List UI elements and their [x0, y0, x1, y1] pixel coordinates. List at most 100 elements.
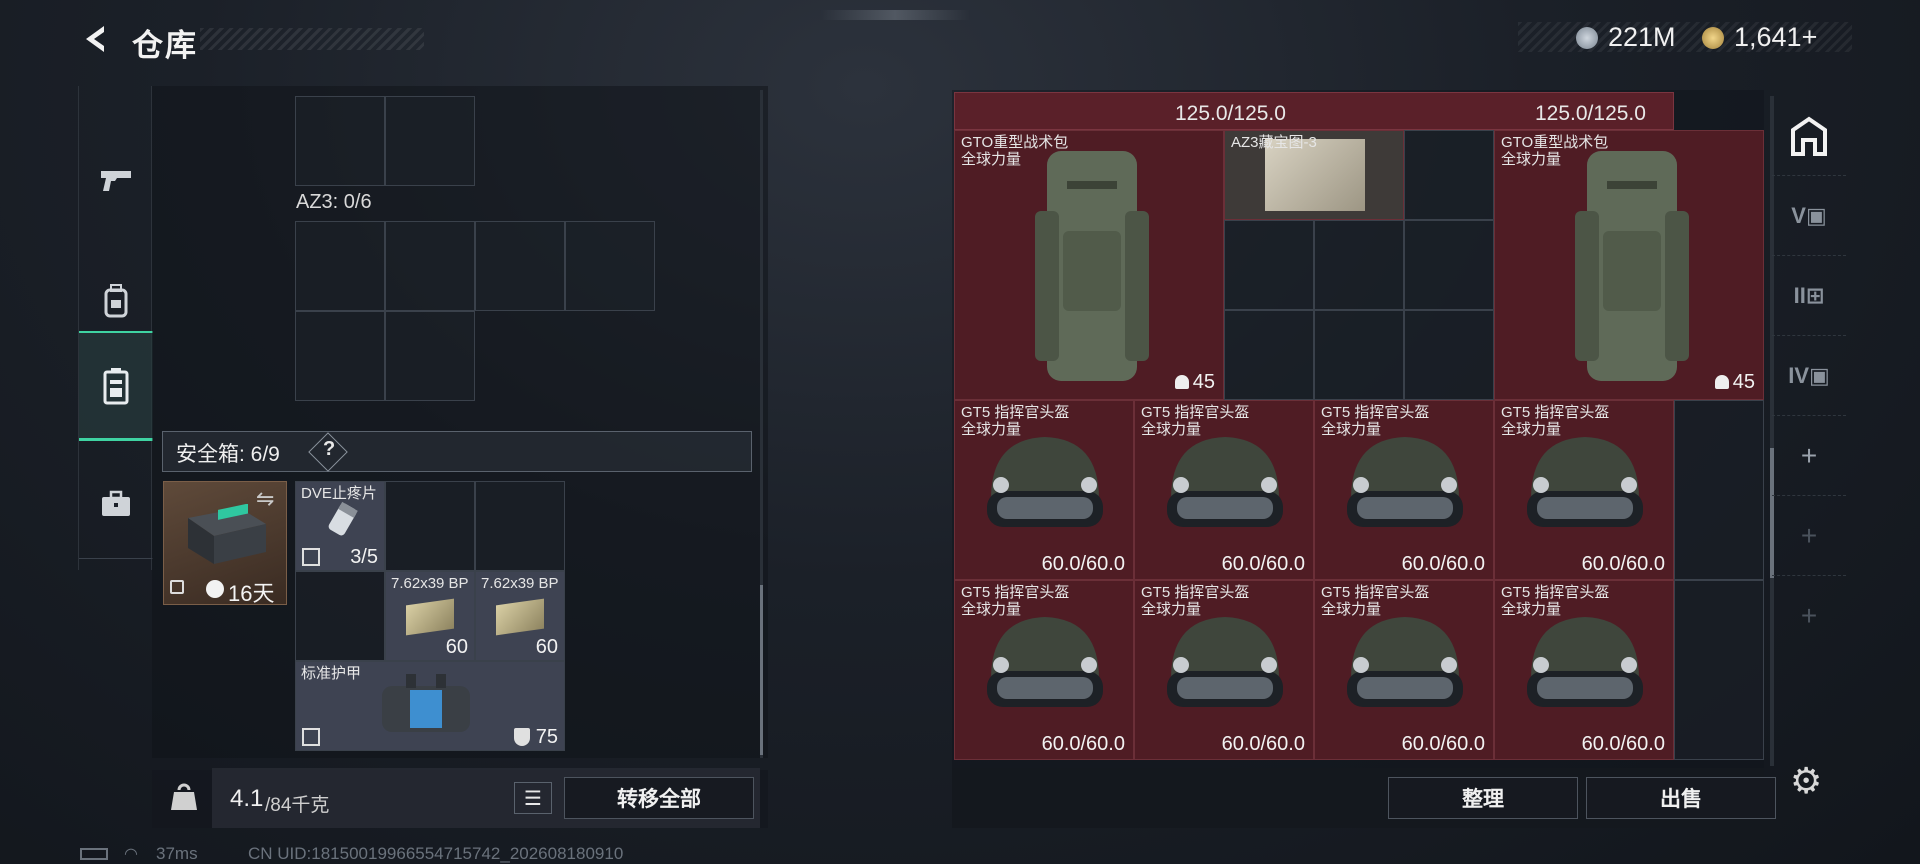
list-view-button[interactable]: ☰ — [514, 782, 552, 814]
grid-slot[interactable] — [385, 221, 475, 311]
grid-slot[interactable] — [1404, 220, 1494, 310]
grid-slot[interactable] — [1674, 580, 1764, 760]
grid-slot[interactable] — [1224, 310, 1314, 400]
helmet-image — [1527, 617, 1643, 707]
grid-slot[interactable] — [385, 311, 475, 401]
container-capacity-label: AZ3: 0/6 — [296, 191, 372, 213]
safe-box-icon — [103, 367, 129, 404]
item-name: GT5 指挥官头盔 — [1501, 404, 1610, 421]
item-sub: 全球力量 — [961, 151, 1022, 168]
sidebar-item-briefcase[interactable] — [79, 449, 153, 559]
item-ammo[interactable]: 7.62x39 BP 60 — [385, 571, 475, 661]
no-insure-icon — [302, 548, 320, 566]
transfer-all-button[interactable]: 转移全部 — [564, 777, 754, 819]
settings-gear-icon[interactable]: ⚙ — [1790, 760, 1822, 802]
helmet-image — [1347, 617, 1463, 707]
item-helmet[interactable]: GT5 指挥官头盔 全球力量 60.0/60.0 — [954, 580, 1134, 760]
item-name: GT5 指挥官头盔 — [1321, 584, 1430, 601]
grid-slot[interactable] — [1314, 220, 1404, 310]
shield-icon — [514, 728, 530, 746]
grid-slot[interactable] — [385, 96, 475, 186]
item-helmet[interactable]: GT5 指挥官头盔 全球力量 60.0/60.0 — [1314, 580, 1494, 760]
container-tab-ii[interactable]: II⊞ — [1772, 256, 1846, 336]
grid-slot[interactable] — [295, 221, 385, 311]
grid-slot[interactable] — [475, 221, 565, 311]
gold-amount[interactable]: 1,641+ — [1734, 22, 1817, 53]
add-container-button[interactable]: + — [1772, 576, 1846, 656]
item-armor[interactable]: 标准护甲 75 — [295, 661, 565, 751]
sort-button[interactable]: 整理 — [1388, 777, 1578, 819]
weight-icon — [1715, 375, 1729, 389]
grid-slot[interactable] — [295, 571, 385, 661]
plus-icon: + — [1800, 519, 1818, 551]
add-container-button[interactable]: + — [1772, 416, 1846, 496]
item-durability: 125.0/125.0 — [1175, 102, 1286, 125]
safe-v-icon: V▣ — [1791, 202, 1827, 228]
add-container-button[interactable]: + — [1772, 496, 1846, 576]
item-name: GT5 指挥官头盔 — [1321, 404, 1430, 421]
item-ammo[interactable]: 7.62x39 BP 60 — [475, 571, 565, 661]
weight-value: 4.1 — [230, 785, 264, 812]
item-helmet[interactable]: GT5 指挥官头盔 全球力量 60.0/60.0 — [1314, 400, 1494, 580]
top-light-decoration — [820, 10, 970, 20]
item-durability: 60.0/60.0 — [1221, 733, 1305, 755]
vest-image — [382, 674, 470, 732]
plus-icon: + — [1800, 439, 1818, 471]
plus-icon: + — [1800, 600, 1818, 631]
help-icon[interactable]: ? — [323, 438, 335, 461]
item-helmet[interactable]: GT5 指挥官头盔 全球力量 60.0/60.0 — [954, 400, 1134, 580]
pill-bottle-image — [328, 501, 358, 536]
clock-icon — [206, 580, 224, 598]
safe-box-item[interactable]: ⇋ 16天 — [163, 481, 287, 606]
helmet-image — [1167, 437, 1283, 527]
left-scrollbar-thumb[interactable] — [760, 585, 763, 755]
grid-slot[interactable] — [385, 481, 475, 571]
weight-icon — [171, 783, 197, 810]
battery-icon — [80, 848, 108, 860]
item-backpack[interactable]: GTO重型战术包 全球力量 45 — [1494, 130, 1764, 400]
backpack-icon — [104, 284, 128, 318]
item-treasure-map[interactable]: AZ3藏宝图-3 — [1224, 130, 1404, 220]
item-count: 45 — [1732, 371, 1755, 393]
container-sidebar: V▣ II⊞ IV▣ + + + — [1772, 96, 1846, 796]
grid-slot[interactable] — [295, 96, 385, 186]
weight-capacity: /84千克 — [265, 795, 330, 816]
sidebar-item-safe-box[interactable] — [79, 331, 153, 441]
grid-slot[interactable] — [1674, 400, 1764, 580]
grid-slot[interactable] — [1224, 220, 1314, 310]
backpack-image — [1035, 151, 1149, 381]
item-name: GT5 指挥官头盔 — [1141, 404, 1250, 421]
item-name: 7.62x39 BP — [481, 575, 559, 592]
wifi-icon: ◠ — [124, 846, 138, 863]
item-durability: 60.0/60.0 — [1041, 553, 1125, 575]
item-name: GT5 指挥官头盔 — [1501, 584, 1610, 601]
item-helmet[interactable]: GT5 指挥官头盔 全球力量 60.0/60.0 — [1494, 400, 1674, 580]
safe-iv-icon: IV▣ — [1788, 362, 1830, 388]
sell-button[interactable]: 出售 — [1586, 777, 1776, 819]
grid-slot[interactable] — [565, 221, 655, 311]
container-tab-v[interactable]: V▣ — [1772, 176, 1846, 256]
item-durability: 60.0/60.0 — [1041, 733, 1125, 755]
helmet-image — [987, 617, 1103, 707]
item-painkiller[interactable]: DVE止疼片 3/5 — [295, 481, 385, 571]
back-arrow-icon[interactable] — [78, 22, 112, 56]
item-backpack[interactable]: GTO重型战术包 全球力量 45 — [954, 130, 1224, 400]
grid-slot[interactable] — [1314, 310, 1404, 400]
gold-coin-icon — [1702, 27, 1724, 49]
safe-duration: 16天 — [228, 581, 275, 606]
item-helmet[interactable]: GT5 指挥官头盔 全球力量 60.0/60.0 — [1134, 400, 1314, 580]
swap-icon[interactable]: ⇋ — [256, 486, 274, 512]
container-tab-storage[interactable] — [1772, 96, 1846, 176]
grid-slot[interactable] — [475, 481, 565, 571]
grid-slot[interactable] — [1404, 130, 1494, 220]
container-tab-iv[interactable]: IV▣ — [1772, 336, 1846, 416]
item-helmet[interactable]: GT5 指挥官头盔 全球力量 60.0/60.0 — [1494, 580, 1674, 760]
backpack-image — [1575, 151, 1689, 381]
sidebar-item-weapons[interactable] — [79, 126, 153, 236]
item-durability: 60.0/60.0 — [1581, 733, 1665, 755]
item-helmet[interactable]: GT5 指挥官头盔 全球力量 60.0/60.0 — [1134, 580, 1314, 760]
grid-slot[interactable] — [1404, 310, 1494, 400]
item-durability: 60.0/60.0 — [1401, 553, 1485, 575]
grid-slot[interactable] — [295, 311, 385, 401]
no-insure-icon — [302, 728, 320, 746]
